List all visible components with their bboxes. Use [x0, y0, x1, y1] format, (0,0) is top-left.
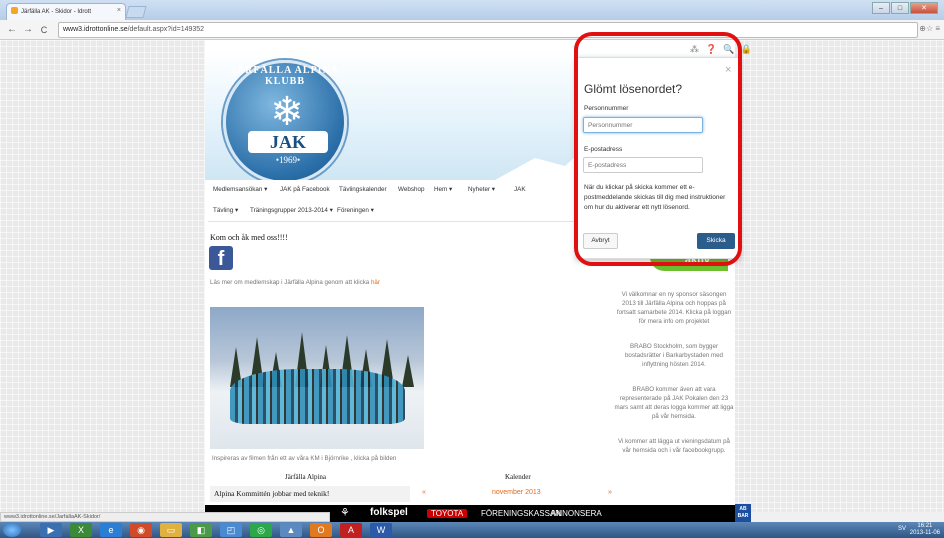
nav-jak[interactable]: JAK: [514, 186, 526, 193]
url-path: /default.aspx?id=149352: [127, 26, 205, 33]
outlook-icon[interactable]: O: [310, 523, 332, 537]
maximize-button[interactable]: □: [891, 2, 909, 14]
facebook-icon[interactable]: f: [209, 246, 233, 270]
ie-icon[interactable]: e: [100, 523, 122, 537]
close-window-button[interactable]: ✕: [910, 2, 938, 14]
news-item[interactable]: Alpina Kommittén jobbar med teknik!: [210, 486, 410, 502]
svenska-spel-icon[interactable]: ⚘: [340, 506, 350, 519]
favicon-icon: [11, 7, 18, 14]
chrome-icon[interactable]: ◉: [130, 523, 152, 537]
read-more-label: Läs mer om medlemskap i Järfälla Alpina …: [210, 279, 371, 286]
nav-traningsgrupper[interactable]: Träningsgrupper 2013-2014 ▾: [250, 207, 333, 214]
url-domain: www3.idrottonline.se: [63, 26, 128, 33]
nav-foreningen[interactable]: Föreningen ▾: [337, 207, 374, 214]
spotify-icon[interactable]: ◎: [250, 523, 272, 537]
nav-hem[interactable]: Hem ▾: [434, 186, 452, 193]
toyota-logo[interactable]: TOYOTA: [427, 509, 468, 518]
language-indicator[interactable]: SV: [898, 526, 906, 532]
logo-year: •1969•: [275, 155, 301, 165]
ab-bar-logo[interactable]: AB BAR: [735, 504, 751, 522]
sidebar-paragraph: Vi välkomnar en ny sponsor säsongen 2013…: [616, 291, 732, 325]
calendar-next-icon[interactable]: »: [608, 489, 612, 496]
status-bar-url: www3.idrottonline.se/JarfallaAK-Skidor/: [0, 512, 330, 522]
column-heading-alpina: Järfälla Alpina: [285, 473, 327, 481]
app-icon[interactable]: ◧: [190, 523, 212, 537]
nav-nyheter[interactable]: Nyheter ▾: [468, 186, 495, 193]
read-more-text: Läs mer om medlemskap i Järfälla Alpina …: [210, 279, 380, 286]
annonsera-link[interactable]: ANNONSERA: [551, 509, 602, 518]
sidebar-paragraph: Vi kommer att lägga ut vieningsdatum på …: [617, 438, 730, 454]
acrobat-icon[interactable]: A: [340, 523, 362, 537]
forward-button[interactable]: →: [22, 23, 34, 37]
app3-icon[interactable]: ▲: [280, 523, 302, 537]
address-bar[interactable]: www3.idrottonline.se/default.aspx?id=149…: [58, 22, 918, 38]
start-button[interactable]: [3, 523, 21, 537]
word-icon[interactable]: W: [370, 523, 392, 537]
new-tab-button[interactable]: [125, 6, 147, 18]
nav-webshop[interactable]: Webshop: [398, 186, 425, 193]
back-button[interactable]: ←: [6, 23, 18, 37]
nav-tavling[interactable]: Tävling ▾: [213, 207, 238, 214]
clock-time: 16:21: [917, 523, 933, 529]
browser-right-tools[interactable]: ⊕☆ ≡: [919, 24, 940, 33]
tab-close-icon[interactable]: ×: [117, 7, 121, 14]
photo-caption: Inspireras av filmen från ett av våra KM…: [212, 455, 397, 462]
system-clock[interactable]: 16:21 2013-11-06: [910, 523, 940, 537]
highlight-annotation: [574, 32, 742, 266]
excel-icon[interactable]: X: [70, 523, 92, 537]
app2-icon[interactable]: ◰: [220, 523, 242, 537]
skiers-group: [230, 369, 405, 424]
reload-button[interactable]: C: [38, 23, 50, 37]
club-logo[interactable]: JÄRFÄLLA ALPINA KLUBB ❄ JAK •1969•: [223, 60, 347, 180]
logo-initials: JAK: [248, 131, 328, 153]
explorer-icon[interactable]: ▭: [160, 523, 182, 537]
tab-title: Järfälla AK - Skidor - Idrott: [21, 9, 92, 15]
foreningskassan-link[interactable]: FÖRENINGSKASSAN: [481, 509, 561, 518]
sidebar-text: Vi välkomnar en ny sponsor säsongen 2013…: [614, 290, 734, 471]
sidebar-paragraph: BRABO kommer även att vara representerad…: [614, 386, 734, 420]
page-heading: Kom och åk med oss!!!!: [210, 233, 288, 242]
nav-jak-facebook[interactable]: JAK på Facebook: [280, 186, 330, 193]
window-controls: – □ ✕: [871, 2, 938, 14]
media-player-icon[interactable]: ▶: [40, 523, 62, 537]
folkspel-logo[interactable]: folkspel: [370, 507, 408, 518]
team-photo[interactable]: [210, 307, 424, 449]
read-more-link[interactable]: här: [371, 279, 380, 286]
minimize-button[interactable]: –: [872, 2, 890, 14]
sidebar-paragraph: BRABO Stockholm, som bygger bostadsrätte…: [624, 343, 724, 368]
browser-tab[interactable]: Järfälla AK - Skidor - Idrott ×: [6, 3, 126, 20]
nav-tavlingskalender[interactable]: Tävlingskalender: [339, 186, 387, 193]
clock-date: 2013-11-06: [909, 530, 940, 536]
column-heading-kalender: Kalender: [505, 473, 531, 481]
calendar-month: november 2013: [492, 489, 541, 496]
calendar-prev-icon[interactable]: «: [422, 489, 426, 496]
snowflake-icon: ❄: [270, 90, 304, 134]
nav-medlemsansokan[interactable]: Medlemsansökan ▾: [213, 186, 267, 193]
